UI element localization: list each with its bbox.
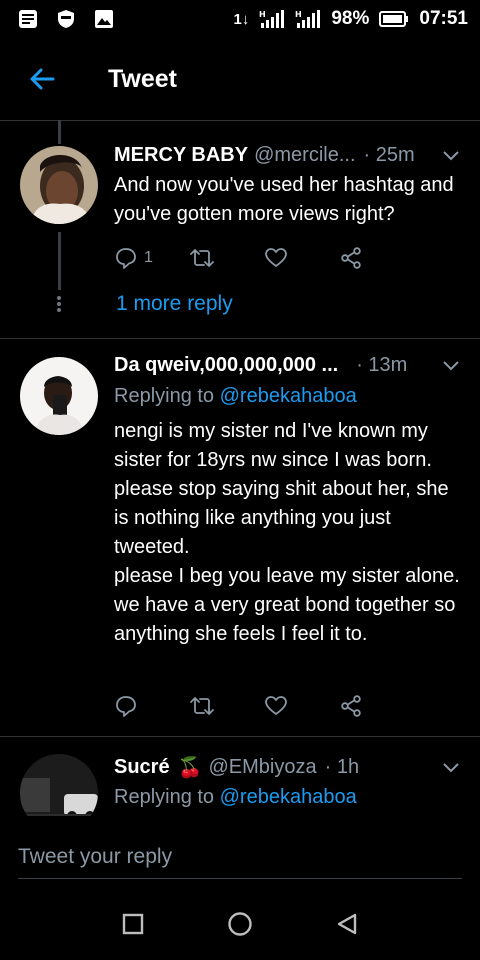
reply-button[interactable] [114, 691, 189, 721]
share-button[interactable] [339, 691, 414, 721]
status-left-icons [18, 9, 114, 29]
like-button[interactable] [264, 243, 339, 273]
tweet-text: nengi is my sister nd I've known my sist… [114, 420, 460, 645]
image-icon [94, 9, 114, 29]
author-handle[interactable]: @EMbiyoza [209, 756, 317, 779]
chevron-down-icon[interactable] [432, 150, 460, 162]
back-nav-button[interactable] [327, 904, 367, 944]
clock: 07:51 [419, 8, 468, 29]
status-bar: 1↓ H H 98% 07:51 [0, 0, 480, 38]
retweet-button[interactable] [189, 691, 264, 721]
tweet-header: Da qweiv,000,000,000 ... · 13m [114, 354, 460, 377]
avatar[interactable] [20, 357, 98, 435]
signal-icon: H [259, 9, 285, 29]
tweet-time: · 1h [324, 756, 360, 778]
home-button[interactable] [220, 904, 260, 944]
retweet-button[interactable] [189, 243, 264, 273]
thread-dots-icon [56, 294, 62, 314]
tweet-card[interactable]: Da qweiv,000,000,000 ... · 13m Replying … [0, 339, 480, 736]
thread-line [58, 232, 61, 290]
heart-icon [265, 696, 287, 715]
reply-icon [116, 248, 136, 269]
share-icon [341, 695, 361, 717]
tweet-actions: 1 [114, 243, 414, 273]
tweet-text: And now you've used her hashtag and you'… [114, 174, 454, 225]
reply-icon [116, 696, 136, 717]
avatar[interactable] [20, 754, 98, 816]
retweet-icon [190, 249, 214, 267]
chevron-down-icon[interactable] [432, 360, 460, 372]
back-arrow-icon [30, 68, 55, 90]
like-button[interactable] [264, 691, 339, 721]
signal-icon: H [295, 9, 321, 29]
back-button[interactable] [12, 49, 72, 109]
data-arrows-icon: 1↓ [233, 10, 250, 28]
app-root: 1↓ H H 98% 07:51 Tweet MERCY BABY @merci… [0, 0, 480, 960]
system-nav-bar [0, 888, 480, 960]
author-handle[interactable]: @mercile... [254, 144, 355, 167]
page-title: Tweet [108, 64, 177, 93]
tweet-actions [114, 691, 414, 721]
replying-to-label: Replying to [114, 786, 215, 808]
share-button[interactable] [339, 243, 414, 273]
replying-to-label: Replying to [114, 385, 215, 407]
status-right: 1↓ H H 98% 07:51 [234, 8, 468, 30]
retweet-icon [190, 697, 214, 715]
author-name[interactable]: Da qweiv,000,000,000 ... [114, 354, 338, 377]
tweet-header: MERCY BABY @mercile... · 25m [114, 144, 460, 167]
replying-to-mention[interactable]: @rebekahaboa [220, 786, 357, 808]
tweet-time: · 13m [356, 354, 408, 376]
circle-icon [228, 912, 252, 936]
tweet-header: Sucré 🍒 @EMbiyoza · 1h [114, 755, 460, 780]
shield-icon [56, 9, 76, 29]
author-name[interactable]: MERCY BABY [114, 144, 248, 167]
svg-text:H: H [259, 10, 266, 19]
reply-composer [0, 816, 480, 888]
replying-to: Replying to @rebekahaboa [114, 385, 357, 408]
battery-percent: 98% [331, 8, 370, 29]
avatar[interactable] [20, 146, 98, 224]
more-replies-link[interactable]: 1 more reply [116, 292, 233, 316]
tweet-card[interactable]: MERCY BABY @mercile... · 25m And now you… [0, 120, 480, 338]
cherry-emoji: 🍒 [177, 757, 203, 779]
author-name[interactable]: Sucré [114, 756, 170, 779]
tweet-card[interactable]: Sucré 🍒 @EMbiyoza · 1h Replying to @rebe… [0, 737, 480, 816]
battery-icon [379, 9, 409, 29]
reply-button[interactable]: 1 [114, 243, 189, 273]
reply-count: 1 [144, 249, 153, 266]
replying-to-mention[interactable]: @rebekahaboa [220, 385, 357, 407]
chevron-down-icon[interactable] [432, 762, 460, 774]
tweet-time: · 25m [363, 144, 415, 166]
share-icon [341, 247, 361, 269]
reply-input[interactable] [18, 836, 462, 879]
square-icon [123, 913, 144, 935]
svg-text:H: H [295, 10, 302, 19]
triangle-back-icon [337, 913, 356, 935]
notes-icon [18, 9, 38, 29]
recents-button[interactable] [113, 904, 153, 944]
top-app-bar: Tweet [0, 38, 480, 121]
replying-to: Replying to @rebekahaboa [114, 786, 357, 809]
heart-icon [265, 248, 287, 267]
